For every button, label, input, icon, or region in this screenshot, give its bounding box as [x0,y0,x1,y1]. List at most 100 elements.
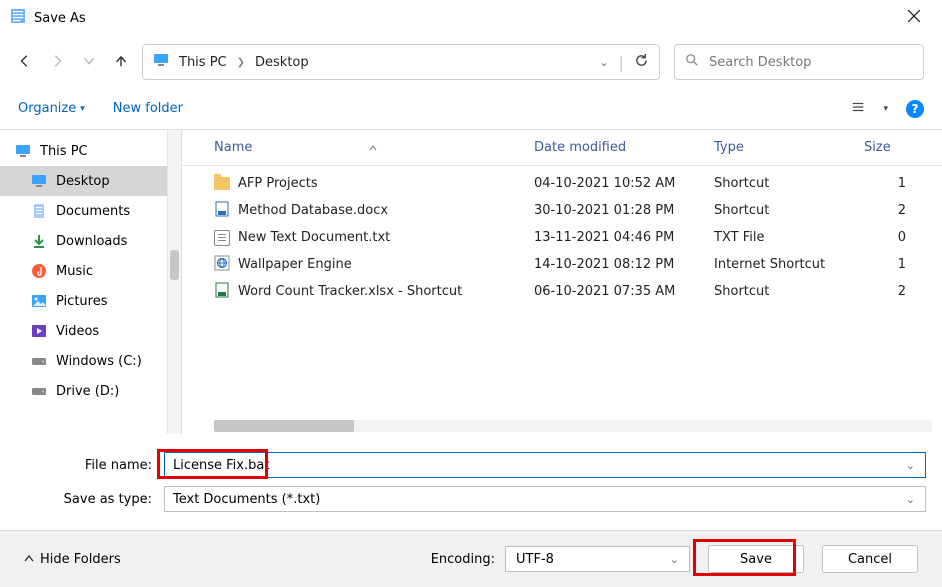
sidebar-item-music[interactable]: Music [0,256,181,286]
close-button[interactable] [898,6,930,30]
breadcrumb-item[interactable]: Desktop [255,55,309,70]
pc-icon [14,142,32,160]
sidebar-item-label: Music [56,264,93,279]
sidebar-item-label: Pictures [56,294,107,309]
window-title: Save As [34,11,86,26]
nav-up-button[interactable] [114,53,128,72]
folder-icon [214,177,230,190]
file-name: New Text Document.txt [238,230,390,245]
view-menu[interactable] [851,99,865,118]
sidebar-item-label: Drive (D:) [56,384,119,399]
search-icon [685,53,699,71]
horizontal-scrollbar[interactable] [214,420,932,432]
file-size: 2 [864,284,924,299]
organize-menu[interactable]: Organize▾ [18,101,85,116]
chevron-down-icon: ⌄ [670,553,679,566]
notepad-icon [10,8,26,28]
sidebar-item-label: Downloads [56,234,127,249]
address-bar[interactable]: This PC ❯ Desktop ⌄ | [142,44,660,80]
refresh-button[interactable] [634,53,649,72]
encoding-select[interactable]: UTF-8 ⌄ [505,546,690,572]
column-name[interactable]: Name [214,140,534,155]
video-icon [30,322,48,340]
url-icon [214,255,230,275]
chevron-down-icon: ⌄ [906,493,915,506]
filename-input[interactable]: ⌄ [164,452,926,478]
sidebar-item-label: Videos [56,324,99,339]
file-size: 2 [864,203,924,218]
nav-forward-button[interactable] [50,53,64,72]
sidebar-item-drive-d-[interactable]: Drive (D:) [0,376,181,406]
sidebar-item-label: This PC [40,144,88,159]
txt-icon [214,230,230,246]
file-name: AFP Projects [238,176,318,191]
sidebar-item-documents[interactable]: Documents [0,196,181,226]
search-placeholder: Search Desktop [709,55,811,70]
newfolder-button[interactable]: New folder [113,101,183,116]
file-type: Shortcut [714,203,864,218]
address-dropdown[interactable]: ⌄ [599,56,608,69]
search-input[interactable]: Search Desktop [674,44,924,80]
sidebar: This PC Desktop Documents Downloads Music Pic… [0,130,182,434]
sidebar-item-label: Documents [56,204,130,219]
file-type: Shortcut [714,176,864,191]
save-button[interactable]: Save [708,545,804,573]
column-type[interactable]: Type [714,140,864,155]
file-type: Internet Shortcut [714,257,864,272]
drive-icon [30,352,48,370]
file-date: 06-10-2021 07:35 AM [534,284,714,299]
doc-icon [214,201,230,221]
sidebar-scrollbar[interactable] [167,130,181,434]
sidebar-item-windows-c-[interactable]: Windows (C:) [0,346,181,376]
file-row[interactable]: Method Database.docx 30-10-2021 01:28 PMS… [182,197,942,224]
help-button[interactable]: ? [906,100,924,118]
sort-indicator [368,143,378,153]
sidebar-item-pictures[interactable]: Pictures [0,286,181,316]
music-icon [30,262,48,280]
pc-icon [153,52,169,72]
file-row[interactable]: New Text Document.txt 13-11-2021 04:46 PM… [182,224,942,251]
sidebar-item-label: Windows (C:) [56,354,142,369]
drive-icon [30,382,48,400]
file-row[interactable]: Wallpaper Engine 14-10-2021 08:12 PMInter… [182,251,942,278]
cancel-button[interactable]: Cancel [822,545,918,573]
sidebar-item-this-pc[interactable]: This PC [0,136,181,166]
savetype-select[interactable]: Text Documents (*.txt) ⌄ [164,486,926,512]
down-icon [30,232,48,250]
file-row[interactable]: AFP Projects 04-10-2021 10:52 AMShortcut1 [182,170,942,197]
view-dropdown[interactable]: ▾ [883,104,888,114]
filename-label: File name: [16,458,156,473]
sidebar-item-desktop[interactable]: Desktop [0,166,181,196]
doc-icon [30,202,48,220]
column-size[interactable]: Size [864,140,924,155]
file-date: 13-11-2021 04:46 PM [534,230,714,245]
file-size: 1 [864,176,924,191]
file-name: Word Count Tracker.xlsx - Shortcut [238,284,462,299]
file-row[interactable]: Word Count Tracker.xlsx - Shortcut 06-10-… [182,278,942,305]
desktop-icon [30,172,48,190]
nav-back-button[interactable] [18,53,32,72]
file-type: Shortcut [714,284,864,299]
file-date: 30-10-2021 01:28 PM [534,203,714,218]
sidebar-item-videos[interactable]: Videos [0,316,181,346]
file-name: Wallpaper Engine [238,257,352,272]
file-size: 0 [864,230,924,245]
column-date[interactable]: Date modified [534,140,714,155]
chevron-up-icon [24,554,34,564]
encoding-label: Encoding: [431,552,495,567]
sidebar-item-label: Desktop [56,174,110,189]
xls-icon [214,282,230,302]
sidebar-item-downloads[interactable]: Downloads [0,226,181,256]
file-date: 04-10-2021 10:52 AM [534,176,714,191]
breadcrumb-item[interactable]: This PC [179,55,227,70]
file-size: 1 [864,257,924,272]
savetype-label: Save as type: [16,492,156,507]
pictures-icon [30,292,48,310]
chevron-down-icon: ⌄ [906,459,915,472]
hide-folders-toggle[interactable]: Hide Folders [24,552,121,567]
file-name: Method Database.docx [238,203,388,218]
chevron-right-icon: ❯ [237,57,245,68]
file-type: TXT File [714,230,864,245]
nav-recent-button[interactable] [82,53,96,72]
file-date: 14-10-2021 08:12 PM [534,257,714,272]
